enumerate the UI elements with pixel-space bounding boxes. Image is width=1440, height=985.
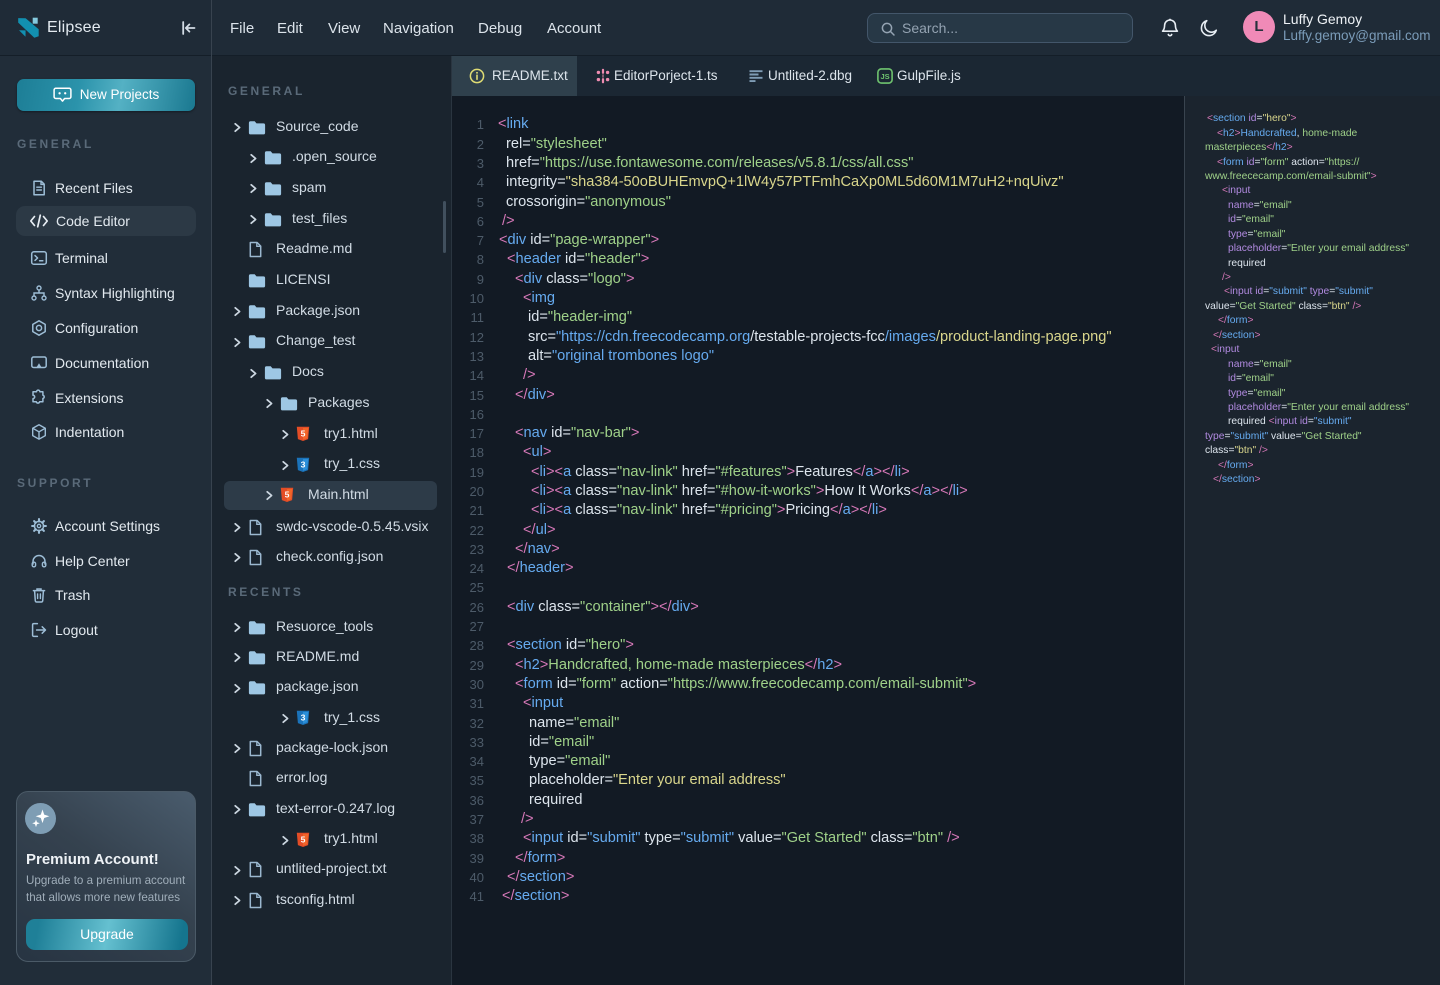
svg-text:JS: JS [881,72,890,81]
svg-text:5: 5 [301,428,306,438]
svg-text:5: 5 [285,490,290,500]
svg-text:3: 3 [301,459,306,469]
svg-text:3: 3 [301,712,306,722]
svg-text:5: 5 [301,834,306,844]
